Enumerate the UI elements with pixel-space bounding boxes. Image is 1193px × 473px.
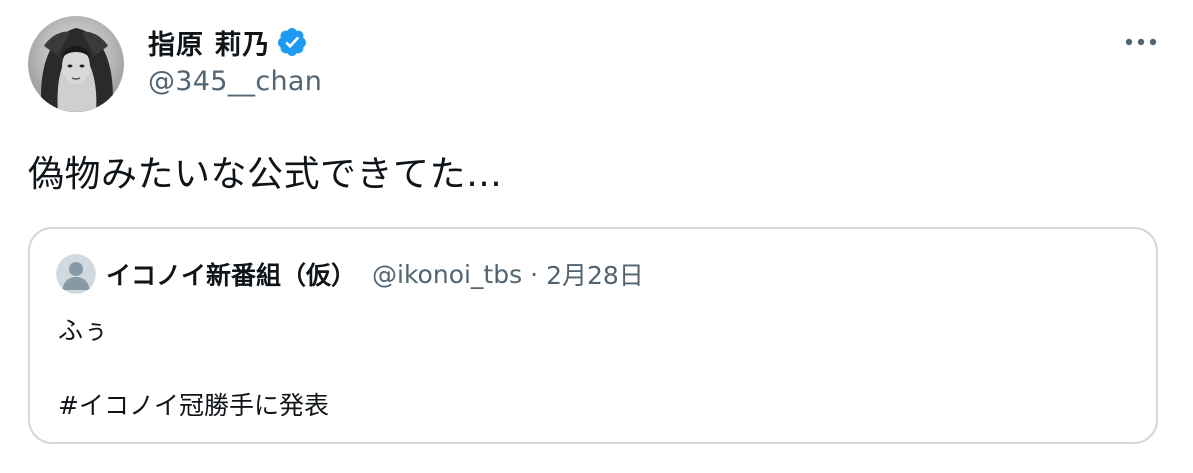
author-avatar[interactable] <box>28 16 124 112</box>
quoted-tweet-header: イコノイ新番組（仮） @ikonoi_tbs · 2月28日 <box>56 254 644 294</box>
verified-badge-icon <box>276 26 308 58</box>
default-avatar-icon <box>56 254 96 294</box>
tweet-text: 偽物みたいな公式できてた… <box>28 154 503 195</box>
author-name-row: 指原 莉乃 <box>148 20 322 64</box>
quoted-display-name: イコノイ新番組（仮） <box>106 261 357 290</box>
user-avatar-photo-icon <box>28 16 124 112</box>
quoted-separator: · <box>530 259 539 289</box>
author-info: 指原 莉乃 @345__chan <box>148 20 322 97</box>
author-handle[interactable]: @345__chan <box>148 66 322 97</box>
quoted-text-line-1: ふぅ <box>58 316 109 345</box>
tweet-card: 指原 莉乃 @345__chan 偽物みたいな公式できてた… イコノイ新番組（仮… <box>0 0 1193 473</box>
quoted-author-avatar[interactable] <box>56 254 96 294</box>
more-options-button[interactable] <box>1123 30 1159 54</box>
more-dots-icon <box>1125 38 1157 46</box>
quoted-handle: @ikonoi_tbs <box>372 259 523 289</box>
quoted-date: 2月28日 <box>546 261 644 290</box>
quoted-hashtag: #イコノイ冠勝手に発表 <box>58 391 329 420</box>
quoted-tweet[interactable]: イコノイ新番組（仮） @ikonoi_tbs · 2月28日 ふぅ #イコノイ冠… <box>28 227 1158 444</box>
author-display-name[interactable]: 指原 莉乃 <box>148 23 270 62</box>
